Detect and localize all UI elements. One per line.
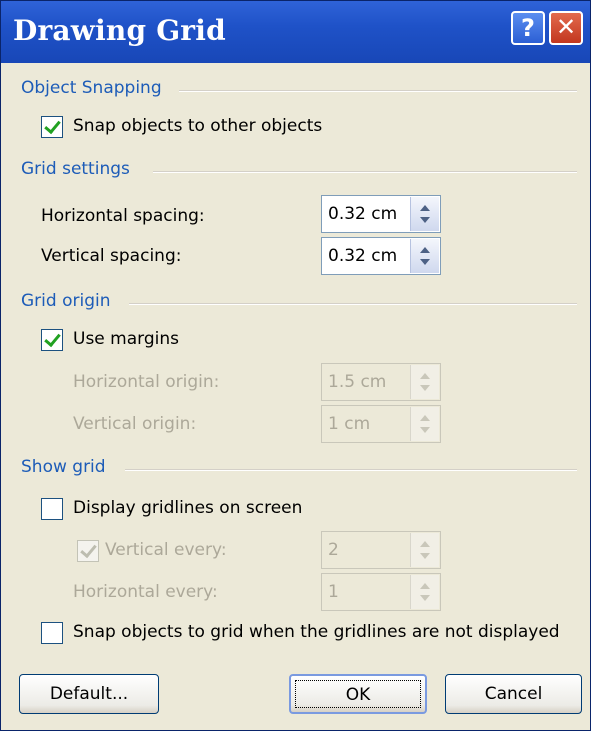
spin-arrows [410, 407, 439, 441]
use-margins-label[interactable]: Use margins [73, 329, 179, 349]
horizontal-origin-spinbox: 1.5 cm [321, 363, 441, 401]
display-gridlines-label[interactable]: Display gridlines on screen [73, 498, 302, 518]
spin-down-icon [420, 595, 430, 601]
close-button[interactable]: ✕ [549, 11, 583, 45]
vertical-every-checkbox [77, 540, 99, 562]
vertical-every-value: 2 [328, 540, 339, 560]
section-divider [179, 90, 577, 92]
dialog-title: Drawing Grid [13, 14, 226, 47]
vertical-origin-value: 1 cm [328, 414, 371, 434]
ok-button[interactable]: OK [289, 674, 427, 714]
drawing-grid-dialog: Drawing Grid ? ✕ Object Snapping Snap ob… [0, 0, 591, 731]
section-header-show-grid: Show grid [21, 457, 106, 477]
snap-to-grid-checkbox[interactable] [41, 622, 63, 644]
vertical-origin-label: Vertical origin: [73, 414, 197, 434]
spin-up-icon[interactable] [420, 205, 430, 211]
vertical-spacing-spinbox[interactable]: 0.32 cm [321, 237, 441, 275]
spin-up-icon [420, 583, 430, 589]
close-icon: ✕ [555, 13, 577, 41]
spin-up-icon [420, 541, 430, 547]
snap-to-grid-label[interactable]: Snap objects to grid when the gridlines … [73, 622, 560, 642]
spin-down-icon[interactable] [420, 259, 430, 265]
help-button[interactable]: ? [511, 11, 545, 45]
spin-arrows[interactable] [410, 197, 439, 231]
snap-to-objects-checkbox[interactable] [41, 116, 63, 138]
display-gridlines-checkbox[interactable] [41, 498, 63, 520]
horizontal-spacing-label: Horizontal spacing: [41, 206, 205, 226]
spin-down-icon [420, 385, 430, 391]
section-divider [125, 469, 577, 471]
horizontal-every-value: 1 [328, 582, 339, 602]
vertical-spacing-value[interactable]: 0.32 cm [328, 246, 397, 266]
spin-down-icon[interactable] [420, 217, 430, 223]
snap-to-objects-label[interactable]: Snap objects to other objects [73, 116, 322, 136]
spin-arrows [410, 365, 439, 399]
horizontal-spacing-value[interactable]: 0.32 cm [328, 204, 397, 224]
title-bar[interactable]: Drawing Grid ? ✕ [1, 1, 590, 63]
spin-arrows [410, 575, 439, 609]
horizontal-spacing-spinbox[interactable]: 0.32 cm [321, 195, 441, 233]
spin-up-icon [420, 415, 430, 421]
spin-arrows[interactable] [410, 239, 439, 273]
vertical-spacing-label: Vertical spacing: [41, 246, 182, 266]
cancel-button[interactable]: Cancel [445, 674, 582, 714]
horizontal-origin-value: 1.5 cm [328, 372, 387, 392]
default-button[interactable]: Default... [19, 674, 159, 714]
spin-down-icon [420, 427, 430, 433]
spin-arrows [410, 533, 439, 567]
use-margins-checkbox[interactable] [41, 329, 63, 351]
spin-down-icon [420, 553, 430, 559]
section-header-grid-settings: Grid settings [21, 159, 130, 179]
spin-up-icon[interactable] [420, 247, 430, 253]
help-icon: ? [521, 14, 535, 42]
vertical-every-spinbox: 2 [321, 531, 441, 569]
focus-rect [295, 680, 421, 708]
vertical-every-label: Vertical every: [105, 540, 227, 560]
section-divider [153, 171, 577, 173]
horizontal-every-label: Horizontal every: [73, 582, 218, 602]
spin-up-icon [420, 373, 430, 379]
section-header-grid-origin: Grid origin [21, 291, 111, 311]
section-divider [129, 303, 577, 305]
horizontal-every-spinbox: 1 [321, 573, 441, 611]
vertical-origin-spinbox: 1 cm [321, 405, 441, 443]
horizontal-origin-label: Horizontal origin: [73, 372, 220, 392]
section-header-object-snapping: Object Snapping [21, 78, 162, 98]
